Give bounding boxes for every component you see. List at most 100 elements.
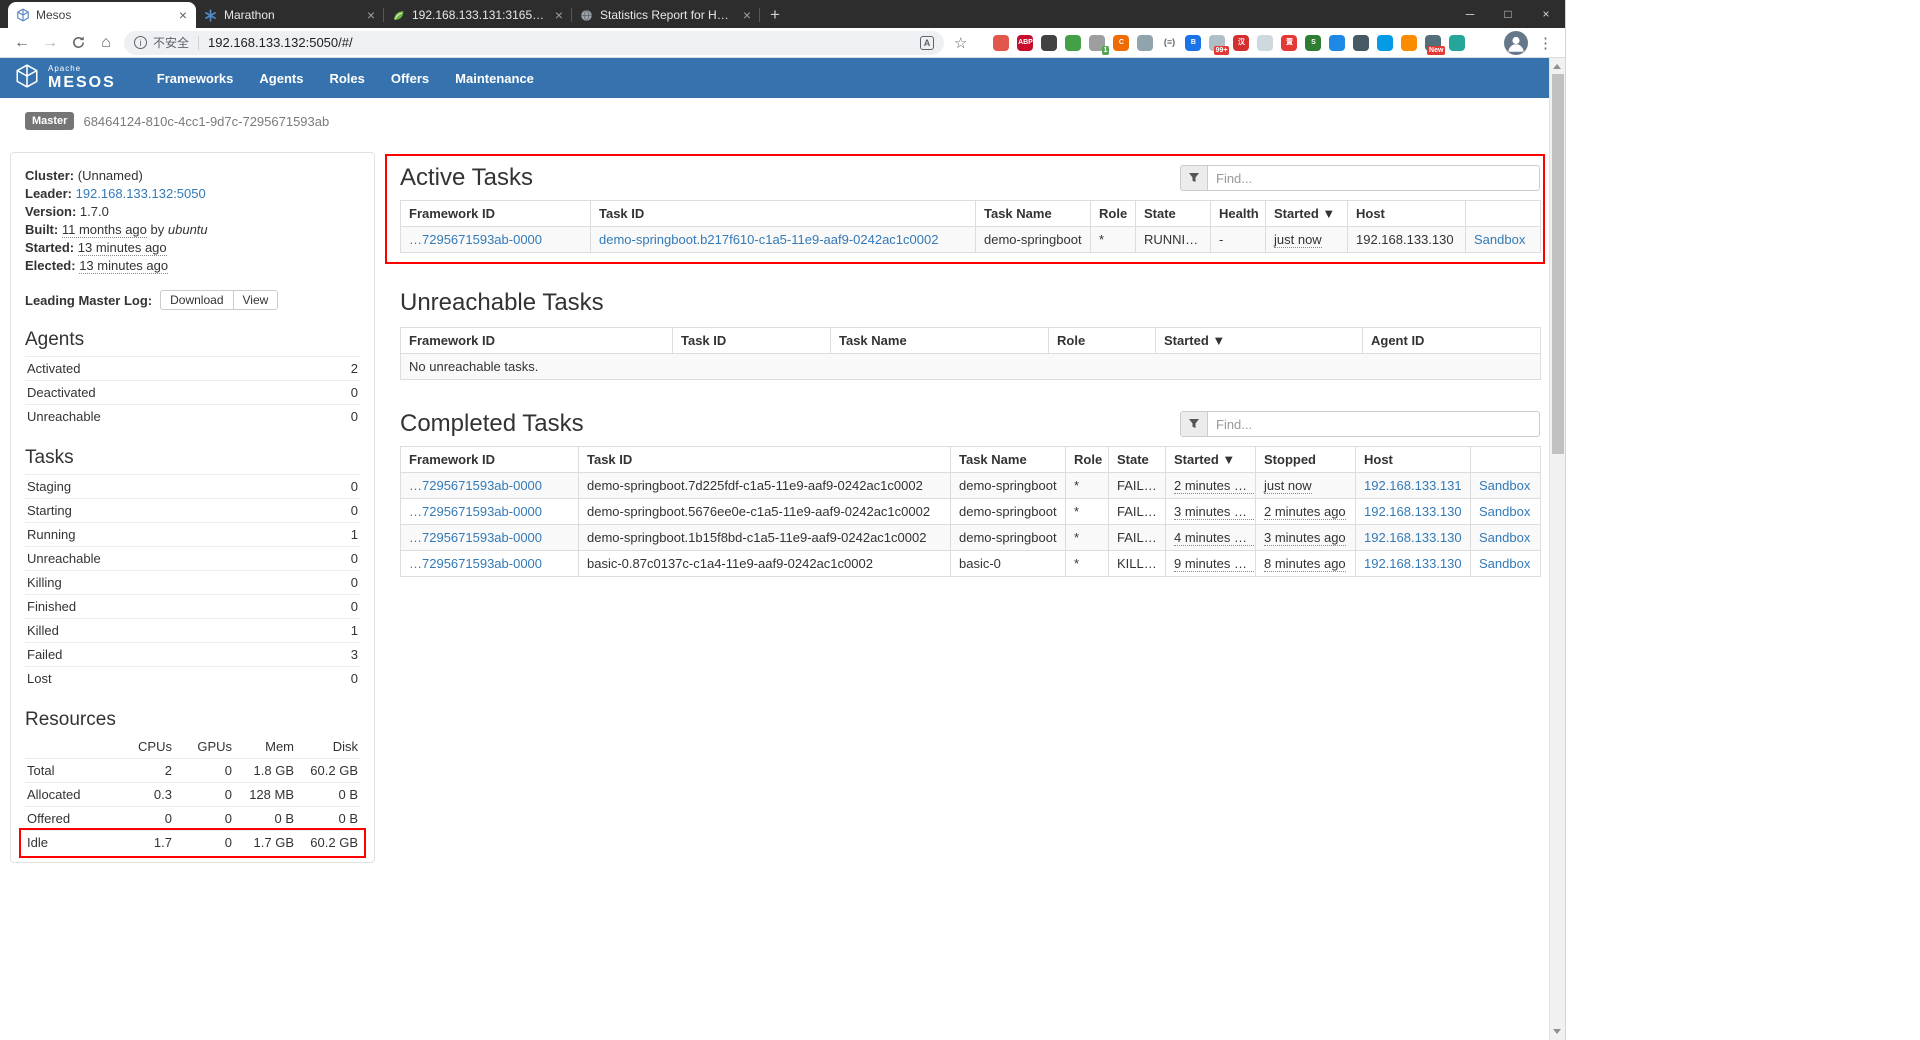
sandbox-link[interactable]: Sandbox	[1479, 504, 1530, 519]
nav-item-offers[interactable]: Offers	[391, 71, 429, 86]
extension-orange-wheel-icon[interactable]	[1401, 35, 1417, 51]
minimize-button[interactable]: ─	[1451, 0, 1489, 28]
extension-mail-counter-icon[interactable]: 99+	[1209, 35, 1225, 51]
host-link[interactable]: 192.168.133.130	[1364, 556, 1462, 571]
host-link[interactable]: 192.168.133.131	[1364, 478, 1462, 493]
tab-close-icon[interactable]: ×	[741, 8, 753, 22]
extension-red-blog-icon[interactable]: 置	[1281, 35, 1297, 51]
host-link[interactable]: 192.168.133.130	[1364, 530, 1462, 545]
sandbox-link[interactable]: Sandbox	[1479, 530, 1530, 545]
log-download-button[interactable]: Download	[160, 290, 233, 310]
nav-item-agents[interactable]: Agents	[259, 71, 303, 86]
extension-green-s-icon[interactable]: S	[1305, 35, 1321, 51]
col-role[interactable]: Role	[1049, 328, 1156, 354]
framework-id-link[interactable]: …7295671593ab-0000	[409, 556, 542, 571]
col-role[interactable]: Role	[1091, 201, 1136, 227]
extension-gray-ball-icon[interactable]	[1137, 35, 1153, 51]
translate-icon[interactable]: A	[920, 36, 934, 50]
col-started[interactable]: Started ▼	[1266, 201, 1348, 227]
tab-mesos[interactable]: Mesos ×	[8, 2, 196, 28]
col-health[interactable]: Health	[1211, 201, 1266, 227]
extension-gray-bird-icon[interactable]: 1	[1089, 35, 1105, 51]
tab-marathon[interactable]: Marathon ×	[196, 2, 384, 28]
col-task-name[interactable]: Task Name	[831, 328, 1049, 354]
col-agent-id[interactable]: Agent ID	[1363, 328, 1541, 354]
framework-id-link[interactable]: …7295671593ab-0000	[409, 232, 542, 247]
url-text[interactable]: 192.168.133.132:5050/#/	[208, 35, 920, 50]
scrollbar-thumb[interactable]	[1552, 74, 1564, 454]
extension-blue-chat-icon[interactable]	[1377, 35, 1393, 51]
col-host[interactable]: Host	[1356, 447, 1471, 473]
col-framework-id[interactable]: Framework ID	[401, 328, 673, 354]
extension-blue-square-icon[interactable]	[1329, 35, 1345, 51]
browser-menu-icon[interactable]: ⋮	[1538, 34, 1553, 52]
extension-dark-tool-icon[interactable]	[1041, 35, 1057, 51]
extension-orange-c-icon[interactable]: C	[1113, 35, 1129, 51]
page-scrollbar[interactable]	[1549, 58, 1565, 1040]
completed-tasks-find-input[interactable]	[1208, 411, 1540, 437]
stat-unreachable-agents: Unreachable0	[25, 404, 360, 428]
extension-new-tool-icon[interactable]: New	[1425, 35, 1441, 51]
task-id-link[interactable]: demo-springboot.b217f610-c1a5-11e9-aaf9-…	[599, 232, 938, 247]
col-role[interactable]: Role	[1066, 447, 1109, 473]
filter-funnel-icon[interactable]	[1180, 165, 1208, 191]
new-tab-button[interactable]: +	[760, 2, 790, 28]
col-task-name[interactable]: Task Name	[951, 447, 1066, 473]
tab-close-icon[interactable]: ×	[177, 8, 189, 22]
framework-id-link[interactable]: …7295671593ab-0000	[409, 478, 542, 493]
log-view-button[interactable]: View	[233, 290, 279, 310]
tab-haproxy-stats[interactable]: Statistics Report for HAProxy ×	[572, 2, 760, 28]
tab-hello-app[interactable]: 192.168.133.131:31657/hello ×	[384, 2, 572, 28]
extension-adblock-plus-icon[interactable]: ABP	[1017, 35, 1033, 51]
framework-id-link[interactable]: …7295671593ab-0000	[409, 504, 542, 519]
profile-avatar[interactable]	[1504, 31, 1528, 55]
extension-green-note-icon[interactable]	[1065, 35, 1081, 51]
nav-item-frameworks[interactable]: Frameworks	[157, 71, 234, 86]
extension-dark-round-icon[interactable]	[1353, 35, 1369, 51]
col-state[interactable]: State	[1136, 201, 1211, 227]
extension-grease-monkey-icon[interactable]	[993, 35, 1009, 51]
extension-red-dict-icon[interactable]: 汉	[1233, 35, 1249, 51]
stat-finished: Finished0	[25, 594, 360, 618]
bookmark-star-icon[interactable]: ☆	[954, 34, 967, 52]
nav-item-roles[interactable]: Roles	[329, 71, 364, 86]
scrollbar-up-icon[interactable]	[1553, 64, 1561, 69]
sandbox-link[interactable]: Sandbox	[1479, 556, 1530, 571]
nav-item-maintenance[interactable]: Maintenance	[455, 71, 534, 86]
col-state[interactable]: State	[1109, 447, 1166, 473]
active-tasks-find-input[interactable]	[1208, 165, 1540, 191]
col-task-id[interactable]: Task ID	[579, 447, 951, 473]
filter-funnel-icon[interactable]	[1180, 411, 1208, 437]
sandbox-link[interactable]: Sandbox	[1474, 232, 1525, 247]
col-started[interactable]: Started ▼	[1156, 328, 1363, 354]
reload-button[interactable]	[64, 29, 92, 57]
maximize-button[interactable]: □	[1489, 0, 1527, 28]
extension-teal-leaf-icon[interactable]	[1449, 35, 1465, 51]
close-button[interactable]: ×	[1527, 0, 1565, 28]
mesos-brand[interactable]: Apache MESOS	[14, 63, 116, 94]
mesos-cube-logo-icon	[14, 63, 40, 94]
col-task-id[interactable]: Task ID	[591, 201, 976, 227]
page-info-icon[interactable]: i	[134, 36, 147, 49]
extension-paren-menu-icon[interactable]: (≡)	[1161, 35, 1177, 51]
forward-button[interactable]: →	[36, 29, 64, 57]
col-framework-id[interactable]: Framework ID	[401, 201, 591, 227]
col-task-name[interactable]: Task Name	[976, 201, 1091, 227]
host-link[interactable]: 192.168.133.130	[1364, 504, 1462, 519]
tab-close-icon[interactable]: ×	[553, 8, 565, 22]
extension-light-doc-icon[interactable]	[1257, 35, 1273, 51]
tab-close-icon[interactable]: ×	[365, 8, 377, 22]
home-button[interactable]: ⌂	[92, 29, 120, 57]
col-host[interactable]: Host	[1348, 201, 1466, 227]
col-task-id[interactable]: Task ID	[673, 328, 831, 354]
framework-id-link[interactable]: …7295671593ab-0000	[409, 530, 542, 545]
extension-blue-b-icon[interactable]: B	[1185, 35, 1201, 51]
sandbox-link[interactable]: Sandbox	[1479, 478, 1530, 493]
col-framework-id[interactable]: Framework ID	[401, 447, 579, 473]
address-bar[interactable]: i 不安全 192.168.133.132:5050/#/ A	[124, 31, 944, 55]
scrollbar-down-icon[interactable]	[1553, 1029, 1561, 1034]
col-stopped[interactable]: Stopped	[1256, 447, 1356, 473]
back-button[interactable]: ←	[8, 29, 36, 57]
col-started[interactable]: Started ▼	[1166, 447, 1256, 473]
leader-link[interactable]: 192.168.133.132:5050	[76, 186, 206, 201]
